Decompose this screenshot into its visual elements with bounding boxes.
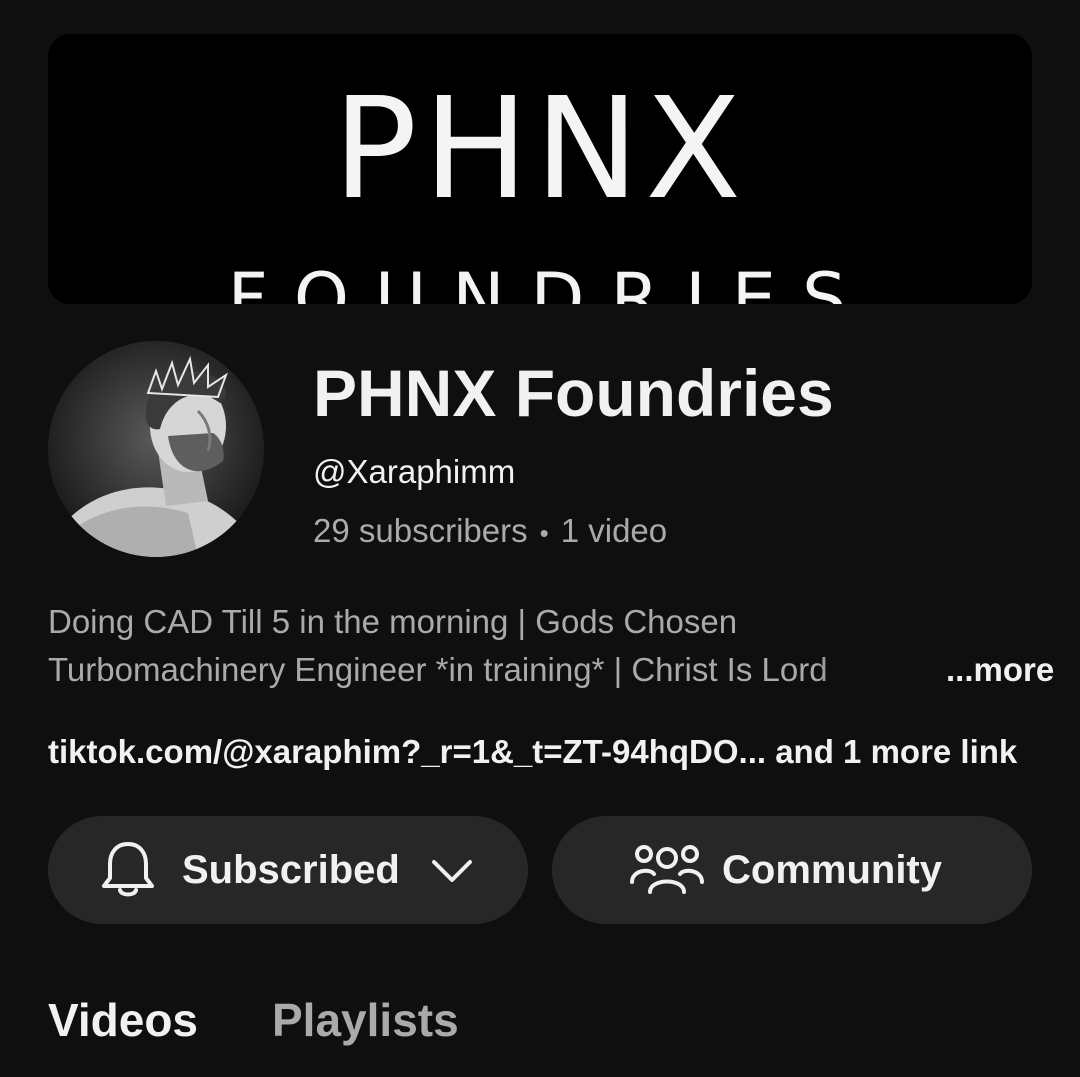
tab-videos[interactable]: Videos [48, 992, 198, 1052]
channel-tabs: Videos Playlists [48, 992, 459, 1052]
channel-handle: @Xaraphimm [313, 453, 516, 490]
avatar-portrait [48, 341, 264, 557]
avatar[interactable] [48, 341, 264, 557]
stats-separator: • [539, 518, 549, 548]
channel-links[interactable]: tiktok.com/@xaraphim?_r=1&_t=ZT-94hqDO..… [48, 732, 1017, 772]
text-fade [818, 646, 878, 694]
channel-banner: PHNX FOUNDRIES [48, 34, 1032, 304]
channel-description[interactable]: Doing CAD Till 5 in the morning | Gods C… [48, 598, 1054, 694]
chevron-down-icon [430, 856, 474, 884]
banner-subtitle: FOUNDRIES [227, 258, 873, 304]
description-line: Turbomachinery Engineer *in training* | … [48, 646, 878, 694]
subscribed-label: Subscribed [182, 847, 400, 892]
video-count: 1 video [560, 512, 668, 549]
people-icon [630, 840, 704, 900]
more-link[interactable]: ...more [946, 646, 1054, 694]
channel-stats: 29 subscribers • 1 video [313, 511, 667, 553]
tab-playlists[interactable]: Playlists [272, 992, 459, 1052]
community-button[interactable]: Community [552, 816, 1032, 924]
channel-name: PHNX Foundries [313, 356, 834, 430]
bell-icon [100, 838, 156, 902]
community-label: Community [722, 847, 942, 892]
description-line: Doing CAD Till 5 in the morning | Gods C… [48, 603, 738, 640]
banner-title: PHNX [332, 68, 748, 231]
description-line-text: Turbomachinery Engineer *in training* | … [48, 651, 828, 688]
subscribed-button[interactable]: Subscribed [48, 816, 528, 924]
subscriber-count: 29 subscribers [313, 512, 528, 549]
